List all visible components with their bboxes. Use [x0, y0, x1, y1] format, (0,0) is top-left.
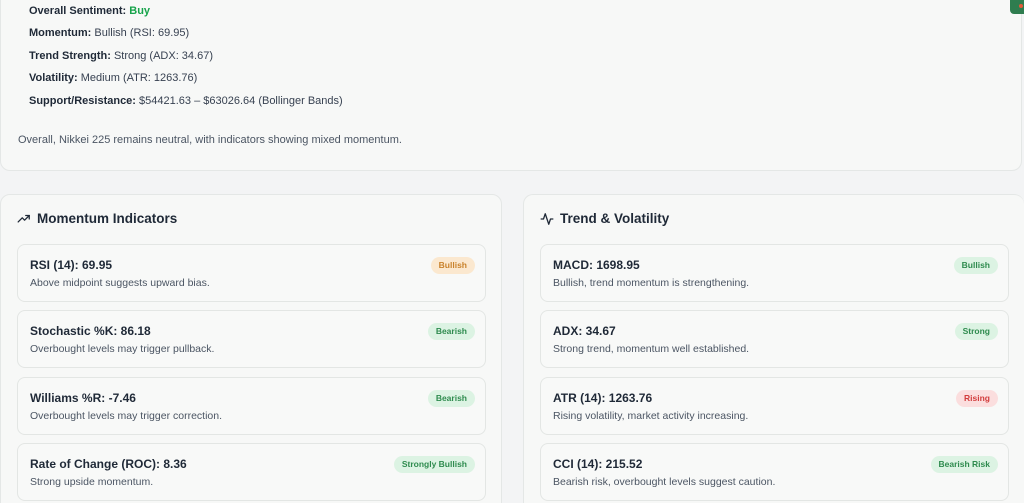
summary-key: Volatility:	[29, 72, 78, 84]
momentum-panel-title: Momentum Indicators	[17, 211, 177, 226]
indicator-title: RSI (14): 69.95	[30, 258, 113, 272]
status-badge: Bullish	[953, 257, 998, 274]
summary-key: Momentum:	[29, 27, 92, 39]
summary-row-support-resistance: Support/Resistance: $54421.63 – $63026.6…	[29, 95, 343, 107]
indicator-card-stochastic: Stochastic %K: 86.18 Overbought levels m…	[17, 310, 486, 368]
indicator-title: Rate of Change (ROC): 8.36	[30, 457, 187, 471]
indicator-card-adx: ADX: 34.67 Strong trend, momentum well e…	[540, 310, 1009, 368]
status-badge: Bearish	[427, 323, 475, 340]
summary-key: Support/Resistance:	[29, 95, 136, 107]
indicator-description: Strong upside momentum.	[30, 476, 154, 488]
indicator-card-cci: CCI (14): 215.52 Bearish risk, overbough…	[540, 443, 1009, 501]
summary-overall-text: Overall, Nikkei 225 remains neutral, wit…	[18, 134, 402, 146]
page: Overall Sentiment: Buy Momentum: Bullish…	[0, 0, 1024, 503]
status-badge: Strong	[954, 323, 998, 340]
trend-volatility-panel: Trend & Volatility MACD: 1698.95 Bullish…	[523, 194, 1024, 503]
sentiment-summary-card: Overall Sentiment: Buy Momentum: Bullish…	[0, 0, 1022, 171]
indicator-card-atr: ATR (14): 1263.76 Rising volatility, mar…	[540, 377, 1009, 435]
summary-value: Medium (ATR: 1263.76)	[80, 72, 198, 84]
trend-panel-title: Trend & Volatility	[540, 211, 669, 226]
status-badge: Bullish	[430, 257, 475, 274]
summary-row-momentum: Momentum: Bullish (RSI: 69.95)	[29, 27, 189, 39]
corner-status-chip[interactable]	[1010, 0, 1024, 14]
indicator-description: Above midpoint suggests upward bias.	[30, 277, 210, 289]
momentum-panel-title-text: Momentum Indicators	[37, 211, 178, 226]
indicator-description: Bearish risk, overbought levels suggest …	[553, 476, 776, 488]
indicator-description: Overbought levels may trigger pullback.	[30, 343, 215, 355]
status-badge: Rising	[956, 390, 998, 407]
summary-row-trend-strength: Trend Strength: Strong (ADX: 34.67)	[29, 50, 213, 62]
status-badge: Bearish	[427, 390, 475, 407]
summary-value: Strong (ADX: 34.67)	[113, 50, 214, 62]
summary-key: Trend Strength:	[29, 50, 111, 62]
summary-value: $54421.63 – $63026.64 (Bollinger Bands)	[139, 95, 343, 107]
indicator-description: Bullish, trend momentum is strengthening…	[553, 277, 750, 289]
indicator-card-roc: Rate of Change (ROC): 8.36 Strong upside…	[17, 443, 486, 501]
indicator-title: MACD: 1698.95	[553, 258, 640, 272]
status-badge: Bearish Risk	[930, 456, 998, 473]
indicator-description: Strong trend, momentum well established.	[553, 343, 750, 355]
status-badge: Strongly Bullish	[393, 456, 475, 473]
indicator-description: Rising volatility, market activity incre…	[553, 410, 749, 422]
indicator-description: Overbought levels may trigger correction…	[30, 410, 222, 422]
summary-value-buy: Buy	[129, 5, 151, 17]
indicator-title: Williams %R: -7.46	[30, 391, 136, 405]
momentum-indicators-panel: Momentum Indicators RSI (14): 69.95 Abov…	[0, 194, 502, 503]
indicator-title: CCI (14): 215.52	[553, 457, 643, 471]
summary-value: Bullish (RSI: 69.95)	[94, 27, 190, 39]
indicator-title: ADX: 34.67	[553, 324, 616, 338]
trending-up-icon	[17, 214, 30, 223]
indicator-title: ATR (14): 1263.76	[553, 391, 653, 405]
indicator-card-williams: Williams %R: -7.46 Overbought levels may…	[17, 377, 486, 435]
indicator-card-macd: MACD: 1698.95 Bullish, trend momentum is…	[540, 244, 1009, 302]
summary-row-overall-sentiment: Overall Sentiment: Buy	[29, 5, 150, 17]
activity-icon	[540, 212, 554, 225]
summary-row-volatility: Volatility: Medium (ATR: 1263.76)	[29, 72, 197, 84]
trend-panel-title-text: Trend & Volatility	[560, 211, 670, 226]
indicator-title: Stochastic %K: 86.18	[30, 324, 151, 338]
indicator-card-rsi: RSI (14): 69.95 Above midpoint suggests …	[17, 244, 486, 302]
summary-key: Overall Sentiment:	[29, 5, 127, 17]
